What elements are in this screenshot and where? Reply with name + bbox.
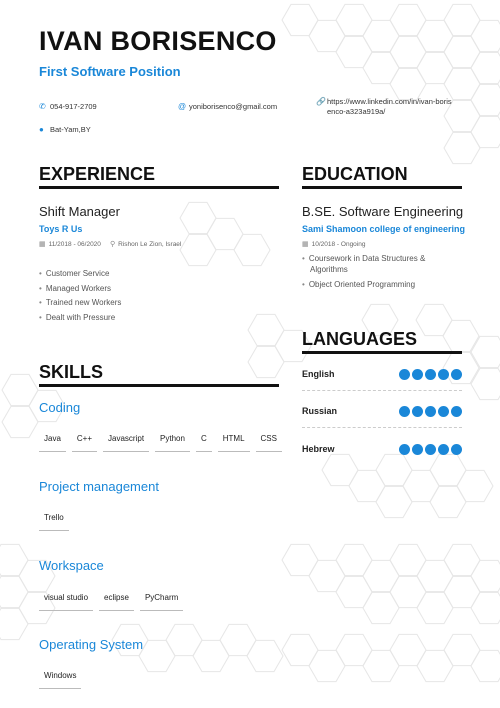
list-item: Coursework in Data Structures & Algorith… bbox=[302, 253, 462, 275]
education-rule bbox=[302, 186, 462, 189]
list-item: Object Oriented Programming bbox=[302, 279, 462, 290]
skills-rule bbox=[39, 384, 279, 387]
email-text[interactable]: yoniborisenco@gmail.com bbox=[189, 102, 277, 112]
resume-page: IVAN BORISENCO First Software Position ✆… bbox=[0, 0, 500, 708]
job-bullets: Customer Service Managed Workers Trained… bbox=[39, 268, 122, 327]
skill-chip: PyCharm bbox=[139, 591, 184, 611]
proficiency-dot bbox=[425, 443, 436, 455]
education-heading: EDUCATION bbox=[302, 164, 408, 184]
pin-icon: ⚲ bbox=[110, 241, 116, 248]
job-location: ⚲ Rishon Le Zion, Israel bbox=[110, 240, 182, 249]
location-text: Bat-Yam,BY bbox=[50, 125, 91, 134]
experience-heading: EXPERIENCE bbox=[39, 164, 156, 184]
skill-chip: Windows bbox=[39, 669, 82, 689]
skills-heading: SKILLS bbox=[39, 362, 104, 382]
language-divider bbox=[302, 390, 462, 391]
contact-location: ● Bat-Yam,BY bbox=[39, 125, 91, 135]
job-location-text: Rishon Le Zion, Israel bbox=[118, 240, 182, 248]
proficiency-dot bbox=[412, 368, 423, 380]
list-item: Dealt with Pressure bbox=[39, 312, 121, 327]
proficiency-dot bbox=[451, 368, 462, 380]
skill-chip: CSS bbox=[255, 432, 282, 452]
skill-chip: Trello bbox=[39, 511, 69, 531]
pin-icon: ● bbox=[39, 125, 44, 134]
proficiency-dot bbox=[425, 405, 436, 417]
contact-phone: ✆ 054-917-2709 bbox=[39, 102, 97, 112]
company-name: Toys R Us bbox=[39, 224, 83, 234]
skill-chips-project-management: Trello bbox=[39, 511, 69, 531]
link-icon: 🔗 bbox=[316, 97, 326, 106]
candidate-name: IVAN BORISENCO bbox=[39, 26, 277, 56]
language-name: Hebrew bbox=[302, 444, 335, 454]
proficiency-dot bbox=[412, 443, 423, 455]
calendar-icon: ▦ bbox=[302, 241, 309, 248]
proficiency-dots bbox=[399, 405, 462, 417]
at-icon: @ bbox=[178, 102, 187, 111]
phone-icon: ✆ bbox=[39, 102, 46, 111]
skill-chip: HTML bbox=[217, 432, 250, 452]
phone-text: 054-917-2709 bbox=[50, 102, 97, 111]
proficiency-dot bbox=[399, 368, 410, 380]
proficiency-dot bbox=[438, 443, 449, 455]
contact-email[interactable]: @ yoniborisenco@gmail.com bbox=[178, 102, 277, 112]
skill-category-coding: Coding bbox=[39, 400, 81, 415]
skill-chips-coding: Java C++ Javascript Python C HTML CSS bbox=[39, 432, 282, 452]
language-row: Russian bbox=[302, 404, 462, 418]
school-name: Sami Shamoon college of engineering bbox=[302, 224, 466, 234]
skill-chips-operating-system: Windows bbox=[39, 669, 82, 689]
job-dates-text: 11/2018 - 06/2020 bbox=[48, 240, 101, 248]
language-row: English bbox=[302, 367, 462, 381]
proficiency-dot bbox=[438, 368, 449, 380]
proficiency-dot bbox=[425, 368, 436, 380]
calendar-icon: ▦ bbox=[39, 241, 46, 248]
language-row: Hebrew bbox=[302, 442, 462, 456]
skill-chip: visual studio bbox=[39, 591, 94, 611]
proficiency-dots bbox=[399, 443, 462, 455]
proficiency-dot bbox=[399, 443, 410, 455]
language-name: English bbox=[302, 369, 335, 379]
skill-chip: Java bbox=[39, 432, 66, 452]
linkedin-line-2[interactable]: enco-a323a919a/ bbox=[327, 107, 452, 117]
language-name: Russian bbox=[302, 406, 338, 416]
degree-title: B.SE. Software Engineering bbox=[302, 204, 464, 219]
education-bullets: Coursework in Data Structures & Algorith… bbox=[302, 253, 462, 294]
skill-chip: C bbox=[195, 432, 212, 452]
experience-rule bbox=[39, 186, 279, 189]
proficiency-dot bbox=[438, 405, 449, 417]
proficiency-dots bbox=[399, 368, 462, 380]
skill-category-project-management: Project management bbox=[39, 479, 159, 494]
language-divider bbox=[302, 427, 462, 428]
job-title: Shift Manager bbox=[39, 204, 120, 219]
list-item: Trained new Workers bbox=[39, 297, 122, 312]
skill-category-workspace: Workspace bbox=[39, 558, 104, 573]
languages-rule bbox=[302, 351, 462, 354]
skill-chip: C++ bbox=[71, 432, 98, 452]
headline: First Software Position bbox=[39, 64, 181, 79]
list-item: Customer Service bbox=[39, 268, 121, 283]
skill-chip: Python bbox=[155, 432, 190, 452]
job-dates: ▦ 11/2018 - 06/2020 bbox=[39, 240, 101, 249]
skill-chips-workspace: visual studio eclipse PyCharm bbox=[39, 591, 184, 611]
skill-chip: eclipse bbox=[99, 591, 134, 611]
proficiency-dot bbox=[451, 443, 462, 455]
education-dates: ▦ 10/2018 - Ongoing bbox=[302, 240, 366, 249]
proficiency-dot bbox=[451, 405, 462, 417]
list-item: Managed Workers bbox=[39, 283, 121, 298]
languages-heading: LANGUAGES bbox=[302, 329, 418, 349]
proficiency-dot bbox=[412, 405, 423, 417]
linkedin-line-1[interactable]: https://www.linkedin.com/in/ivan-boris bbox=[327, 97, 452, 107]
skill-chip: Javascript bbox=[103, 432, 150, 452]
skill-category-operating-system: Operating System bbox=[39, 637, 144, 652]
contact-linkedin[interactable]: 🔗 https://www.linkedin.com/in/ivan-boris… bbox=[316, 97, 452, 117]
proficiency-dot bbox=[399, 405, 410, 417]
education-dates-text: 10/2018 - Ongoing bbox=[311, 240, 366, 248]
